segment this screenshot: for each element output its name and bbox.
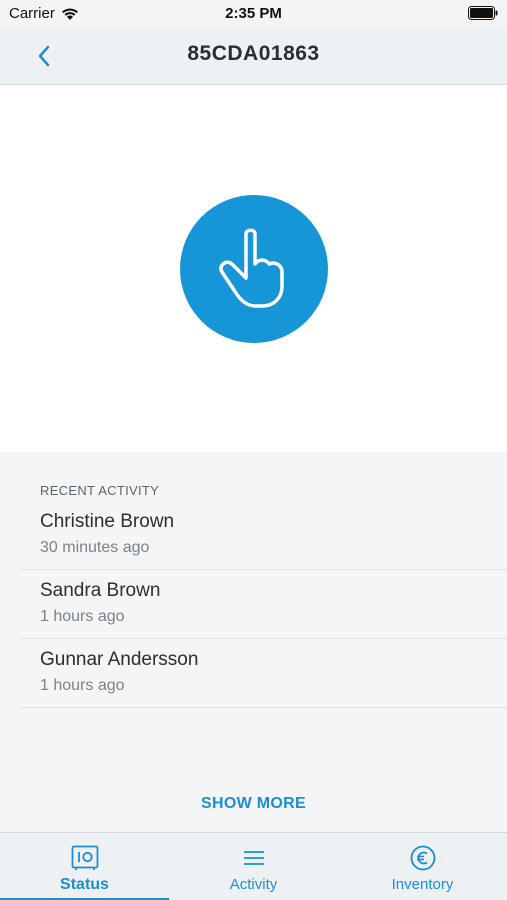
safe-icon <box>71 845 98 870</box>
list-item[interactable]: Gunnar Andersson 1 hours ago <box>20 639 507 708</box>
navigation-bar: 85CDA01863 <box>0 26 507 85</box>
euro-icon <box>410 845 435 871</box>
tab-label: Activity <box>229 876 278 893</box>
activity-timestamp: 30 minutes ago <box>40 539 150 556</box>
recent-activity-section: RECENT ACTIVITY Christine Brown 30 minut… <box>0 452 507 832</box>
list-item[interactable]: Sandra Brown 1 hours ago <box>20 570 507 639</box>
tab-status[interactable]: Status <box>0 833 169 900</box>
battery-icon <box>468 6 498 20</box>
activity-timestamp: 1 hours ago <box>40 608 125 625</box>
tap-hand-icon <box>219 228 284 308</box>
activity-user-name: Christine Brown <box>40 511 175 532</box>
page-title: 85CDA01863 <box>187 42 320 65</box>
show-more-button[interactable]: SHOW MORE <box>0 795 507 813</box>
activity-user-name: Sandra Brown <box>40 580 161 601</box>
status-bar: Carrier 2:35 PM <box>0 0 507 26</box>
activity-timestamp: 1 hours ago <box>40 677 125 694</box>
tab-label: Inventory <box>391 876 454 893</box>
tab-bar: Status Activity Inventory <box>0 832 507 900</box>
list-icon <box>243 851 264 865</box>
tap-action-button[interactable] <box>180 195 328 343</box>
activity-user-name: Gunnar Andersson <box>40 649 199 670</box>
hero-section <box>0 86 507 452</box>
tab-inventory[interactable]: Inventory <box>338 833 507 900</box>
section-header: RECENT ACTIVITY <box>40 483 160 498</box>
status-time: 2:35 PM <box>225 5 282 22</box>
tab-label: Status <box>60 876 109 893</box>
app-screen: Carrier 2:35 PM 85CDA01863 RECENT ACTIVI… <box>0 0 507 900</box>
tab-activity[interactable]: Activity <box>169 833 338 900</box>
list-item[interactable]: Christine Brown 30 minutes ago <box>20 501 507 570</box>
